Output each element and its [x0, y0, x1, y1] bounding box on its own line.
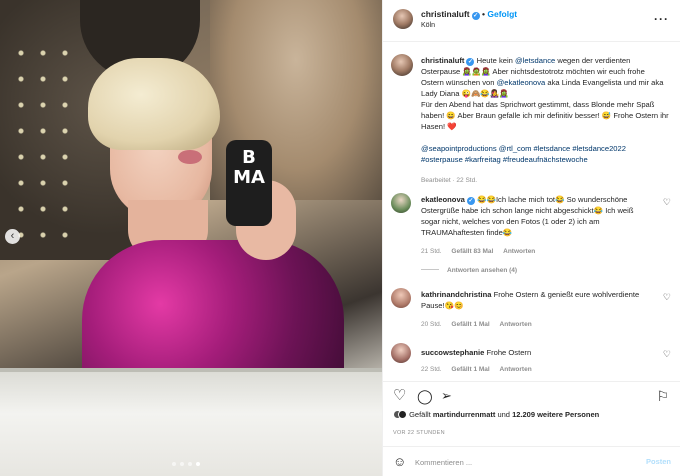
- comment-actions: 22 Std. Gefällt 1 Mal Antworten: [421, 366, 540, 373]
- carousel-dots: [172, 462, 200, 466]
- sink-counter: [0, 372, 382, 476]
- comment-time: 21 Std.: [421, 248, 442, 255]
- comment-text: Frohe Ostern: [486, 348, 532, 357]
- blonde-wig: [88, 58, 220, 150]
- verified-badge-icon: ✓: [466, 58, 475, 66]
- likes-middle: und: [495, 410, 513, 419]
- comment-likes[interactable]: Gefällt 1 Mal: [451, 366, 489, 373]
- carousel-dot: [188, 462, 192, 466]
- avatar[interactable]: [391, 193, 411, 213]
- comment-actions: 21 Std. Gefällt 83 Mal Antworten: [421, 248, 543, 255]
- heart-icon[interactable]: ♡: [663, 292, 671, 303]
- post-header: christinaluft ✓ • Gefolgt Köln ···: [383, 0, 680, 42]
- comment-author[interactable]: succowstephanie: [421, 348, 484, 357]
- emoji-icon[interactable]: ☺: [393, 454, 406, 469]
- post-photo[interactable]: B MA: [0, 0, 382, 476]
- follow-button[interactable]: Gefolgt: [487, 9, 517, 19]
- chevron-left-icon[interactable]: ‹: [5, 229, 20, 244]
- lips: [178, 150, 202, 164]
- comment-body: succowstephanie Frohe Ostern: [421, 347, 653, 358]
- comment-likes[interactable]: Gefällt 1 Mal: [451, 321, 489, 328]
- comment-body: ekatleonova ✓ 😂😂Ich lache mich tot😂 So wu…: [421, 194, 653, 238]
- comment-body: kathrinandchristina Frohe Ostern & genie…: [421, 289, 653, 311]
- verified-badge-icon: ✓: [471, 12, 480, 20]
- carousel-dot: [172, 462, 176, 466]
- caption-author[interactable]: christinaluft: [421, 56, 464, 65]
- post-details-panel: christinaluft ✓ • Gefolgt Köln ··· christ…: [382, 0, 680, 476]
- caption-text-4: Für den Abend hat das Sprichwort gestimm…: [421, 100, 669, 131]
- hashtags[interactable]: @seapointproductions @rtl_com #letsdance…: [421, 144, 626, 164]
- heart-icon[interactable]: ♡: [663, 349, 671, 360]
- caption-edited: Bearbeitet · 22 Std.: [421, 177, 478, 184]
- view-replies-label: Antworten ansehen (4): [447, 267, 518, 274]
- add-comment-bar: ☺ Posten: [383, 446, 680, 476]
- caption-avatar[interactable]: [391, 54, 413, 76]
- likes-prefix: Gefällt: [409, 410, 433, 419]
- comment-likes[interactable]: Gefällt 83 Mal: [451, 248, 493, 255]
- likes-summary: Gefällt martindurrenmatt und 12.209 weit…: [393, 410, 599, 419]
- comment-actions: 20 Std. Gefällt 1 Mal Antworten: [421, 321, 540, 328]
- phone-case: B MA: [226, 140, 272, 226]
- reply-button[interactable]: Antworten: [503, 248, 535, 255]
- heart-icon[interactable]: ♡: [393, 387, 406, 405]
- comment-author[interactable]: kathrinandchristina: [421, 290, 491, 299]
- comment-icon[interactable]: ◯: [417, 387, 433, 405]
- view-replies-button[interactable]: Antworten ansehen (4): [421, 267, 517, 274]
- location-link[interactable]: Köln: [421, 22, 435, 29]
- comment-time: 22 Std.: [421, 366, 442, 373]
- reply-button[interactable]: Antworten: [500, 366, 532, 373]
- author-username[interactable]: christinaluft: [421, 9, 470, 19]
- carousel-dot-active: [196, 462, 200, 466]
- reply-button[interactable]: Antworten: [500, 321, 532, 328]
- avatar[interactable]: [393, 9, 413, 29]
- avatar[interactable]: [391, 288, 411, 308]
- post-action-bar: ♡ ◯ ➢ ⚐: [383, 381, 680, 411]
- comment-time: 20 Std.: [421, 321, 442, 328]
- carousel-dot: [180, 462, 184, 466]
- likes-count[interactable]: 12.209 weitere Personen: [512, 410, 599, 419]
- heart-icon[interactable]: ♡: [663, 197, 671, 208]
- more-options-icon[interactable]: ···: [654, 12, 669, 26]
- avatar: [398, 410, 407, 419]
- divider: [421, 269, 439, 270]
- comments-scroll-area[interactable]: christinaluft ✓ Heute kein @letsdance weg…: [383, 43, 680, 380]
- author-line: christinaluft ✓ • Gefolgt: [421, 9, 517, 20]
- comment-input[interactable]: [415, 455, 625, 469]
- share-icon[interactable]: ➢: [441, 387, 452, 405]
- mention-link[interactable]: @ekatleonova: [497, 78, 546, 87]
- caption-text-1: Heute kein: [476, 56, 516, 65]
- comment-author[interactable]: ekatleonova: [421, 195, 465, 204]
- verified-badge-icon: ✓: [466, 197, 475, 205]
- post-comment-button[interactable]: Posten: [646, 457, 671, 466]
- mirror-lights: [10, 40, 80, 240]
- liker-username[interactable]: martindurrenmatt: [433, 410, 496, 419]
- mention-link[interactable]: @letsdance: [515, 56, 555, 65]
- caption: christinaluft ✓ Heute kein @letsdance weg…: [421, 55, 669, 186]
- post-date[interactable]: VOR 22 STUNDEN: [393, 430, 445, 436]
- bookmark-icon[interactable]: ⚐: [656, 387, 669, 405]
- avatar[interactable]: [391, 343, 411, 363]
